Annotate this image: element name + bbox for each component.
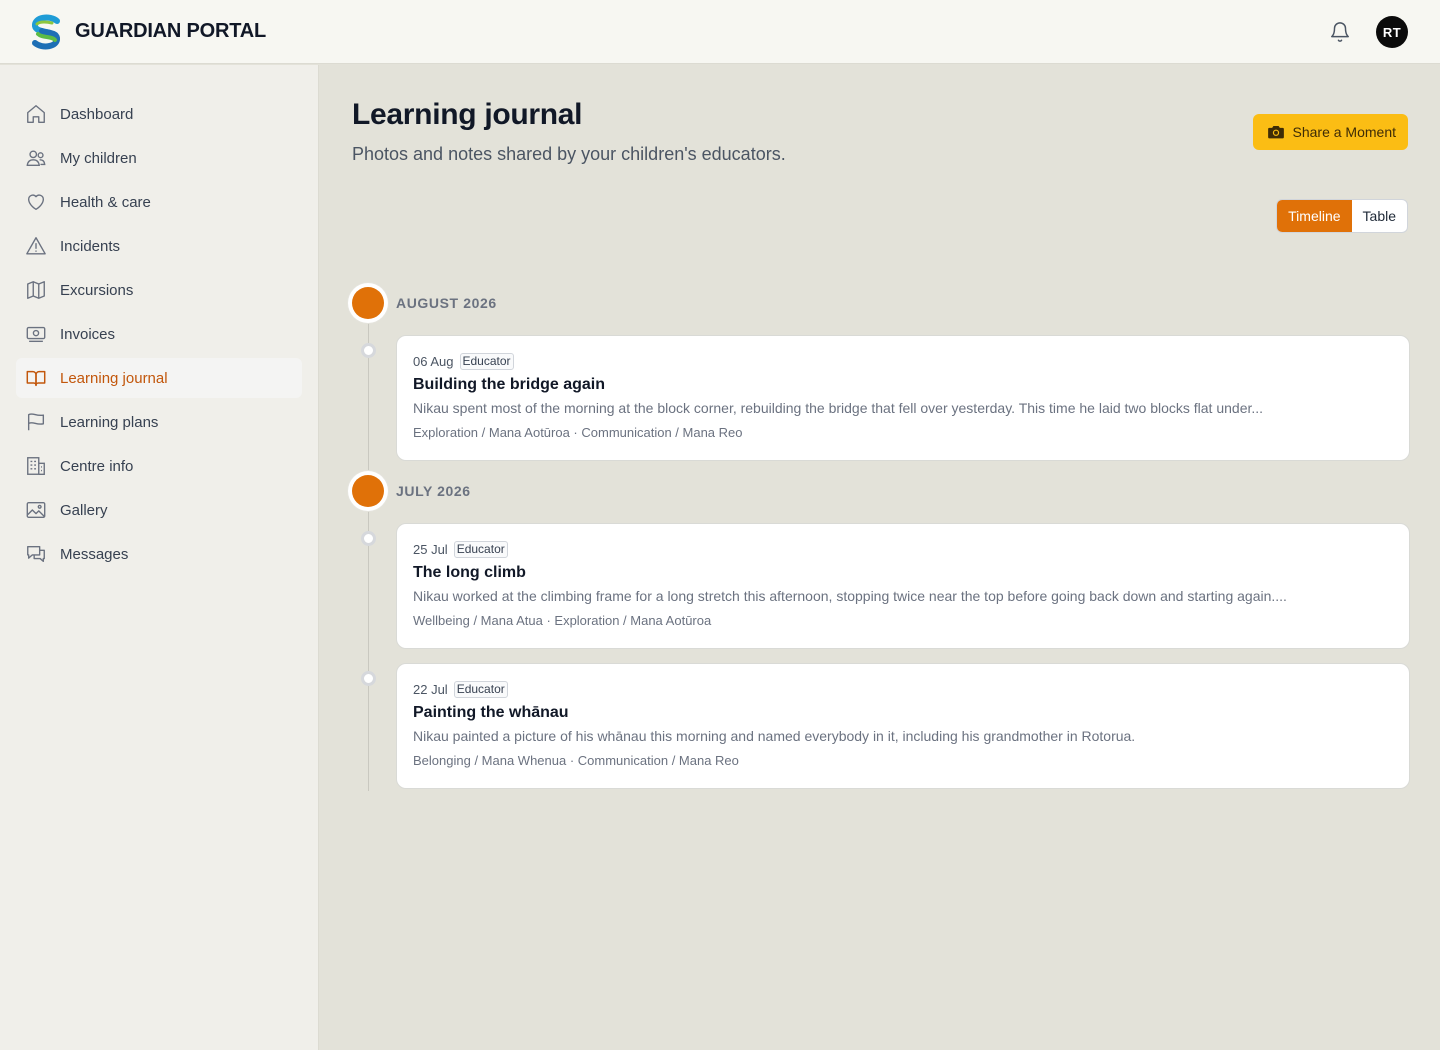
entry-role-badge: Educator — [459, 352, 514, 370]
entry-marker — [361, 531, 376, 546]
sidebar-item-label: Messages — [60, 545, 129, 563]
sidebar-item-health-care[interactable]: Health & care — [16, 182, 302, 222]
page-title: Learning journal — [352, 98, 583, 131]
sidebar-item-label: Centre info — [60, 457, 134, 475]
sidebar-item-label: Dashboard — [60, 105, 134, 123]
building-icon — [25, 455, 47, 477]
sidebar-item-excursions[interactable]: Excursions — [16, 270, 302, 310]
entry-role-badge: Educator — [453, 540, 508, 558]
month-label: JULY 2026 — [396, 483, 471, 499]
user-avatar[interactable]: RT — [1376, 16, 1408, 48]
sidebar-item-messages[interactable]: Messages — [16, 534, 302, 574]
sidebar-item-learning-journal[interactable]: Learning journal — [16, 358, 302, 398]
sidebar-item-invoices[interactable]: Invoices — [16, 314, 302, 354]
entry-role-badge: Educator — [453, 680, 508, 698]
map-icon — [25, 279, 47, 301]
entry-marker — [361, 343, 376, 358]
book-open-icon — [25, 367, 47, 389]
entry-learning-tags: Belonging / Mana Whenua · Communication … — [413, 753, 739, 768]
sidebar-item-incidents[interactable]: Incidents — [16, 226, 302, 266]
timeline-line — [368, 303, 369, 791]
share-moment-button[interactable]: Share a Moment — [1252, 114, 1408, 150]
sidebar-item-label: Health & care — [60, 193, 151, 211]
share-moment-label: Share a Moment — [1292, 124, 1397, 140]
entry-marker — [361, 671, 376, 686]
entry-learning-tags: Exploration / Mana Aotūroa · Communicati… — [413, 425, 743, 440]
month-heading: AUGUST 2026 — [348, 283, 497, 323]
entry-date: 25 Jul — [413, 541, 448, 557]
month-marker — [348, 471, 388, 511]
sidebar-item-label: Invoices — [60, 325, 116, 343]
users-icon — [25, 147, 47, 169]
notifications-button[interactable] — [1324, 16, 1356, 48]
sidebar-item-label: My children — [60, 149, 137, 167]
entry-title: Painting the whānau — [413, 704, 569, 721]
sidebar-item-gallery[interactable]: Gallery — [16, 490, 302, 530]
page-subtitle: Photos and notes shared by your children… — [352, 144, 786, 164]
journal-entry-card[interactable]: 25 Jul Educator The long climb Nikau wor… — [396, 523, 1410, 649]
main-content: Learning journal Photos and notes shared… — [320, 65, 1440, 1050]
heart-icon — [25, 191, 47, 213]
entry-learning-tags: Wellbeing / Mana Atua · Exploration / Ma… — [413, 613, 712, 628]
sidebar-item-dashboard[interactable]: Dashboard — [16, 94, 302, 134]
sidebar-item-label: Learning journal — [60, 369, 168, 387]
view-toggle: Timeline Table — [1276, 199, 1408, 233]
sidebar: Dashboard My children Health & care Inci… — [0, 65, 319, 1050]
brand-name: GUARDIAN PORTAL — [75, 20, 267, 42]
sidebar-item-learning-plans[interactable]: Learning plans — [16, 402, 302, 442]
entry-meta: 22 Jul Educator — [413, 680, 1393, 698]
warning-icon — [25, 235, 47, 257]
entry-title: The long climb — [413, 564, 526, 581]
journal-entry-card[interactable]: 22 Jul Educator Painting the whānau Nika… — [396, 663, 1410, 789]
entry-date: 22 Jul — [413, 681, 448, 697]
sidebar-item-label: Incidents — [60, 237, 121, 255]
banknote-icon — [25, 323, 47, 345]
image-icon — [25, 499, 47, 521]
entry-excerpt: Nikau painted a picture of his whānau th… — [413, 728, 1136, 744]
month-marker — [348, 283, 388, 323]
month-heading: JULY 2026 — [348, 471, 471, 511]
entry-title: Building the bridge again — [413, 376, 605, 393]
toggle-table[interactable]: Table — [1352, 200, 1407, 232]
entry-excerpt: Nikau worked at the climbing frame for a… — [413, 588, 1287, 604]
flag-icon — [25, 411, 47, 433]
guardian-logo-icon — [32, 14, 60, 49]
entry-date: 06 Aug — [413, 353, 454, 369]
home-icon — [25, 103, 47, 125]
sidebar-item-my-children[interactable]: My children — [16, 138, 302, 178]
sidebar-item-label: Excursions — [60, 281, 134, 299]
top-bar: GUARDIAN PORTAL RT — [0, 0, 1440, 64]
journal-entry-card[interactable]: 06 Aug Educator Building the bridge agai… — [396, 335, 1410, 461]
entry-meta: 25 Jul Educator — [413, 540, 1393, 558]
entry-excerpt: Nikau spent most of the morning at the b… — [413, 400, 1264, 416]
bell-icon — [1331, 22, 1349, 42]
sidebar-item-centre-info[interactable]: Centre info — [16, 446, 302, 486]
toggle-timeline[interactable]: Timeline — [1277, 200, 1352, 232]
brand[interactable]: GUARDIAN PORTAL — [28, 14, 266, 50]
chat-icon — [25, 543, 47, 565]
month-label: AUGUST 2026 — [396, 295, 497, 311]
sidebar-item-label: Learning plans — [60, 413, 159, 431]
camera-icon — [1267, 123, 1285, 141]
sidebar-item-label: Gallery — [60, 501, 108, 519]
entry-meta: 06 Aug Educator — [413, 352, 1393, 370]
